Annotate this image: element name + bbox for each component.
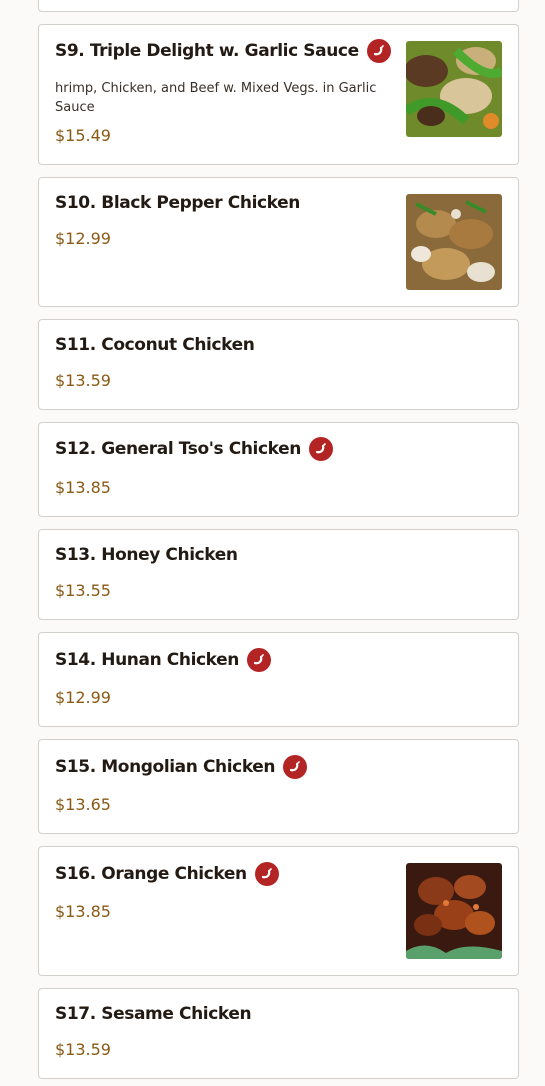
menu-item-s11[interactable]: S11. Coconut Chicken $13.59 (38, 319, 519, 410)
item-price: $13.59 (55, 371, 111, 390)
item-name: S15. Mongolian Chicken (55, 757, 276, 777)
dish-photo[interactable] (406, 194, 502, 290)
menu-item-s9[interactable]: S9. Triple Delight w. Garlic Sauce hrimp… (38, 24, 519, 165)
spicy-pepper-icon (246, 648, 271, 672)
dish-photo[interactable] (406, 863, 502, 959)
spicy-pepper-icon (308, 437, 333, 461)
item-name: S17. Sesame Chicken (55, 1004, 252, 1024)
item-price: $13.85 (55, 478, 111, 497)
item-name: S16. Orange Chicken (55, 864, 247, 884)
menu-item-s10[interactable]: S10. Black Pepper Chicken $12.99 (38, 177, 519, 307)
item-name: S13. Honey Chicken (55, 545, 238, 565)
item-price: $13.85 (55, 902, 111, 921)
dish-photo[interactable] (406, 41, 502, 137)
menu-item-s13[interactable]: S13. Honey Chicken $13.55 (38, 529, 519, 620)
spicy-pepper-icon (366, 39, 391, 63)
spicy-pepper-icon (283, 755, 308, 779)
item-name: S10. Black Pepper Chicken (55, 193, 300, 213)
item-name: S14. Hunan Chicken (55, 650, 239, 670)
item-price: $13.55 (55, 581, 111, 600)
item-description: hrimp, Chicken, and Beef w. Mixed Vegs. … (55, 81, 377, 115)
menu-item-s12[interactable]: S12. General Tso's Chicken $13.85 (38, 422, 519, 517)
menu-item-s14[interactable]: S14. Hunan Chicken $12.99 (38, 632, 519, 727)
item-price: $12.99 (55, 229, 111, 248)
item-name: S9. Triple Delight w. Garlic Sauce (55, 41, 359, 61)
item-price: $15.49 (55, 126, 111, 145)
menu-item-card[interactable] (38, 0, 519, 12)
item-name: S12. General Tso's Chicken (55, 439, 301, 459)
menu-item-s17[interactable]: S17. Sesame Chicken $13.59 (38, 988, 519, 1079)
item-price: $12.99 (55, 688, 111, 707)
menu-item-s16[interactable]: S16. Orange Chicken $13.85 (38, 846, 519, 976)
menu-item-s15[interactable]: S15. Mongolian Chicken $13.65 (38, 739, 519, 834)
item-price: $13.65 (55, 795, 111, 814)
item-price: $13.59 (55, 1040, 111, 1059)
item-name: S11. Coconut Chicken (55, 335, 255, 355)
spicy-pepper-icon (254, 862, 279, 886)
